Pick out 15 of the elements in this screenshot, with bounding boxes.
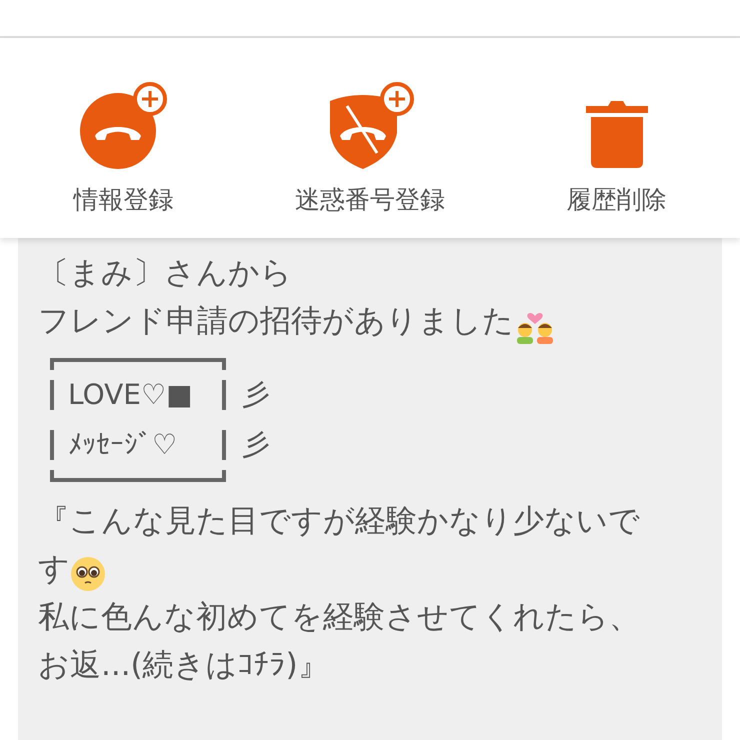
- message-text: す: [38, 550, 70, 588]
- message-text: 『こんな見た目ですが経験かなり少ないで: [38, 502, 640, 540]
- pleading-face-icon: [70, 556, 106, 592]
- message-text: 〔まみ〕さんから: [38, 254, 292, 292]
- action-button[interactable]: 履歴削除: [493, 38, 740, 238]
- message-text: お返...(続きはｺﾁﾗ)』: [38, 646, 329, 684]
- message-text: 私に色んな初めてを経験させてくれたら、: [38, 598, 640, 636]
- message-text: フレンド申請の招待がありました: [38, 302, 514, 340]
- frame-side-text: 彡: [241, 427, 270, 463]
- phone-plus-icon: [78, 80, 168, 170]
- frame-text: ﾒｯｾｰｼﾞ♡: [67, 427, 178, 463]
- frame-side-text: 彡: [241, 377, 270, 413]
- action-button[interactable]: 情報登録: [0, 38, 247, 238]
- action-button[interactable]: 迷惑番号登録: [246, 38, 494, 238]
- frame-text: LOVE♡■: [67, 377, 194, 413]
